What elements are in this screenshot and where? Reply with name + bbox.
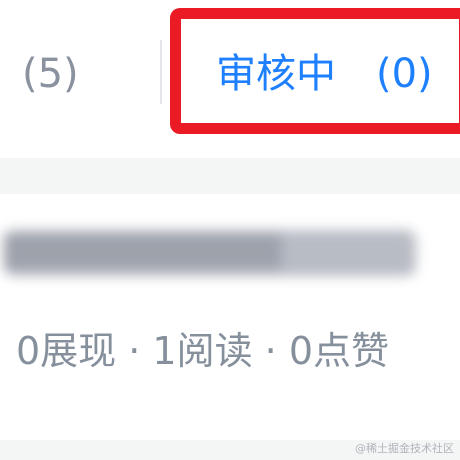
- watermark: @稀土掘金技术社区: [355, 442, 454, 455]
- status-tab-bar: (5) 审核中 (0): [0, 0, 460, 158]
- article-title-text: ████████████: [4, 235, 281, 270]
- article-title-blurred[interactable]: ████████████: [4, 230, 416, 276]
- tab-published-count: (5): [22, 51, 79, 97]
- tab-published[interactable]: (5): [22, 50, 79, 98]
- article-stats: 0展现 · 1阅读 · 0点赞: [16, 329, 390, 373]
- tab-divider: [160, 40, 162, 104]
- article-card[interactable]: ████████████ 0展现 · 1阅读 · 0点赞: [0, 194, 460, 440]
- annotation-highlight-box: [170, 8, 460, 134]
